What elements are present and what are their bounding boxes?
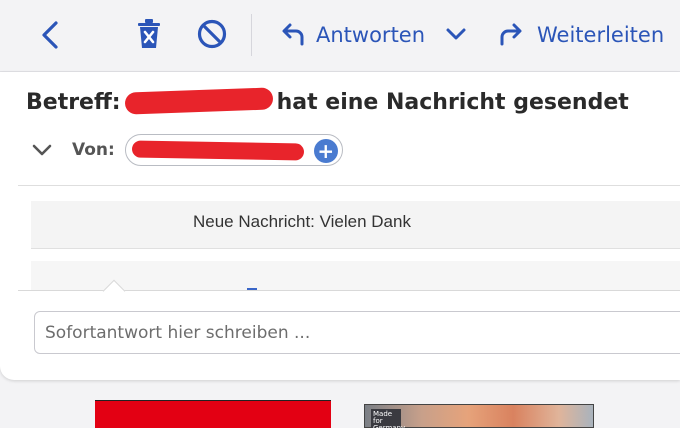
toolbar-divider — [251, 14, 252, 56]
add-contact-icon[interactable]: + — [313, 139, 338, 163]
forward-button[interactable]: Weiterleiten — [498, 20, 664, 50]
message-body: Neue Nachricht: Vielen Dank — [31, 201, 680, 249]
reply-label: Antworten — [316, 23, 426, 47]
sender-chip[interactable]: + — [124, 134, 343, 166]
message-subject: Betreff: hat eine Nachricht gesendet — [26, 87, 629, 115]
forward-label: Weiterleiten — [537, 23, 665, 47]
ad-banner-left[interactable] — [95, 400, 331, 428]
ad-banner-right[interactable]: Made for Germany — [364, 404, 594, 428]
block-icon — [197, 19, 227, 49]
chevron-left-icon — [42, 21, 58, 49]
reply-arrow-icon — [282, 23, 304, 46]
forward-arrow-icon — [500, 23, 522, 46]
sender-row: Von: + — [30, 134, 343, 166]
trash-icon — [138, 19, 160, 48]
ad-badge: Made for Germany — [371, 409, 406, 428]
chevron-down-icon — [446, 28, 466, 40]
block-sender-button[interactable] — [196, 18, 228, 50]
expand-details-icon[interactable] — [30, 138, 54, 162]
delete-button[interactable] — [136, 18, 162, 50]
toolbar: Antworten Weiterleiten — [0, 0, 680, 72]
quick-reply-input[interactable] — [34, 311, 680, 354]
back-button[interactable] — [38, 18, 64, 52]
reply-options-dropdown[interactable] — [444, 22, 468, 46]
message-body-text: Neue Nachricht: Vielen Dank — [193, 212, 411, 231]
from-label: Von: — [72, 140, 115, 160]
redaction-mark — [124, 87, 273, 115]
header-divider — [18, 185, 680, 186]
message-card: Betreff: hat eine Nachricht gesendet Von:… — [0, 72, 680, 380]
message-body-continuation — [31, 261, 680, 290]
reply-button[interactable]: Antworten — [280, 20, 425, 50]
subject-prefix: Betreff: — [26, 90, 121, 115]
redaction-mark — [131, 140, 304, 161]
subject-suffix: hat eine Nachricht gesendet — [276, 90, 629, 115]
